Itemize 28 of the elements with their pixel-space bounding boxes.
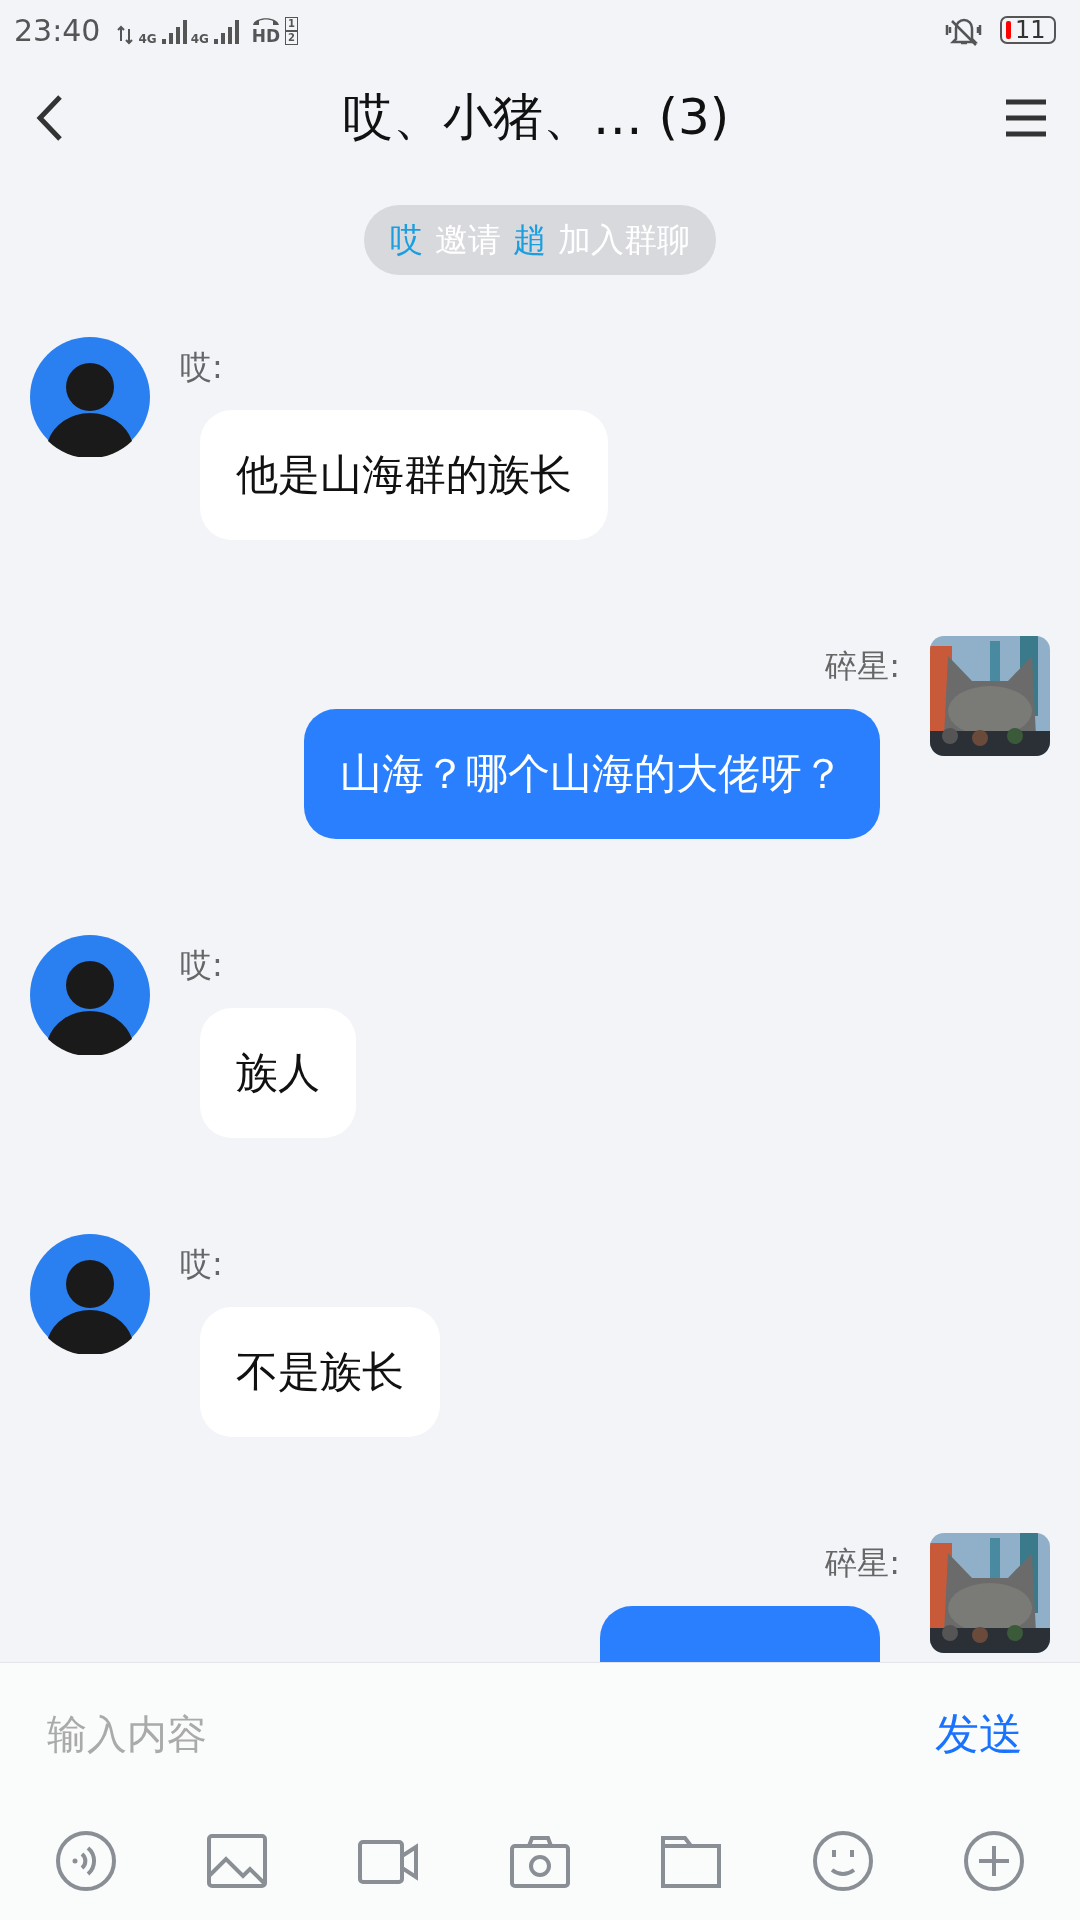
message-input[interactable]: 输入内容 — [47, 1704, 925, 1764]
message-bubble: 族人 — [200, 1007, 356, 1138]
sender-name: 碎星: — [825, 1542, 900, 1583]
avatar-icon — [30, 1233, 150, 1354]
sim-label: 1 — [284, 17, 298, 31]
sim-label: 2 — [284, 31, 298, 45]
clock: 23:40 — [14, 11, 101, 50]
avatar-icon — [30, 336, 150, 457]
sender-name: 哎: — [180, 1243, 223, 1284]
sender-name: 哎: — [180, 346, 223, 387]
sender-name: 碎星: — [825, 645, 900, 686]
signal-icon — [212, 19, 239, 45]
message-bubble: 不是族长 — [200, 1306, 440, 1437]
data-arrows-icon — [116, 25, 135, 45]
sender-name: 哎: — [180, 944, 223, 985]
phone-icon — [250, 15, 281, 27]
chat-title: 哎、小猪、… (3) — [341, 87, 731, 148]
avatar-icon — [30, 934, 150, 1055]
hd-label: HD — [251, 27, 281, 45]
notice-text: 哎 — [390, 219, 423, 261]
network-label: 4G — [190, 33, 209, 45]
notice-text: 趙 — [513, 219, 546, 261]
send-button[interactable]: 发送 — [925, 1701, 1033, 1767]
network-label: 4G — [138, 33, 157, 45]
battery-indicator: 11 — [1000, 16, 1056, 44]
message-bubble: 他是山海群的族长 — [200, 409, 608, 540]
message-bubble: 山海？哪个山海的大佬呀？ — [304, 708, 880, 839]
signal-icon — [160, 19, 187, 45]
